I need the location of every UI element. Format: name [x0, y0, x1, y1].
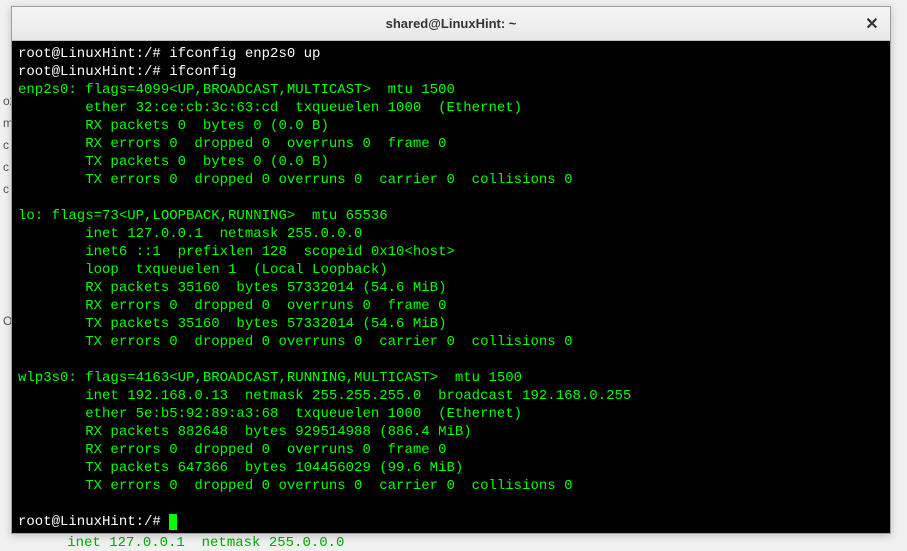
shell-prompt: root@LinuxHint:/# — [18, 514, 161, 530]
output-line: RX errors 0 dropped 0 overruns 0 frame 0 — [18, 442, 446, 458]
output-line: TX packets 647366 bytes 104456029 (99.6 … — [18, 460, 463, 476]
output-line: TX packets 35160 bytes 57332014 (54.6 Mi… — [18, 316, 446, 332]
background-terminal-fragment: inet 127.0.0.1 netmask 255.0.0.0 — [0, 535, 344, 551]
terminal-content[interactable]: root@LinuxHint:/# ifconfig enp2s0 up roo… — [12, 41, 890, 533]
output-line: RX errors 0 dropped 0 overruns 0 frame 0 — [18, 298, 446, 314]
output-line: lo: flags=73<UP,LOOPBACK,RUNNING> mtu 65… — [18, 208, 388, 224]
titlebar[interactable]: shared@LinuxHint: ~ ✕ — [12, 7, 890, 41]
output-line: RX packets 882648 bytes 929514988 (886.4… — [18, 424, 472, 440]
cursor — [169, 514, 177, 530]
output-line: RX packets 35160 bytes 57332014 (54.6 Mi… — [18, 280, 446, 296]
command-text: ifconfig — [169, 64, 236, 80]
output-line: inet 192.168.0.13 netmask 255.255.255.0 … — [18, 388, 631, 404]
close-icon: ✕ — [865, 14, 878, 34]
output-line: enp2s0: flags=4099<UP,BROADCAST,MULTICAS… — [18, 82, 455, 98]
output-line: TX errors 0 dropped 0 overruns 0 carrier… — [18, 478, 573, 494]
terminal-window: shared@LinuxHint: ~ ✕ root@LinuxHint:/# … — [11, 6, 891, 534]
output-line: ether 32:ce:cb:3c:63:cd txqueuelen 1000 … — [18, 100, 522, 116]
shell-prompt: root@LinuxHint:/# — [18, 46, 161, 62]
output-line: loop txqueuelen 1 (Local Loopback) — [18, 262, 388, 278]
output-line: ether 5e:b5:92:89:a3:68 txqueuelen 1000 … — [18, 406, 522, 422]
output-line: RX errors 0 dropped 0 overruns 0 frame 0 — [18, 136, 446, 152]
window-title: shared@LinuxHint: ~ — [386, 16, 517, 31]
output-line: TX packets 0 bytes 0 (0.0 B) — [18, 154, 329, 170]
output-line: wlp3s0: flags=4163<UP,BROADCAST,RUNNING,… — [18, 370, 522, 386]
close-button[interactable]: ✕ — [860, 12, 884, 36]
output-line: inet 127.0.0.1 netmask 255.0.0.0 — [18, 226, 362, 242]
output-line: TX errors 0 dropped 0 overruns 0 carrier… — [18, 334, 573, 350]
output-line: inet6 ::1 prefixlen 128 scopeid 0x10<hos… — [18, 244, 455, 260]
shell-prompt: root@LinuxHint:/# — [18, 64, 161, 80]
output-line: TX errors 0 dropped 0 overruns 0 carrier… — [18, 172, 573, 188]
command-text: ifconfig enp2s0 up — [169, 46, 320, 62]
output-line: RX packets 0 bytes 0 (0.0 B) — [18, 118, 329, 134]
